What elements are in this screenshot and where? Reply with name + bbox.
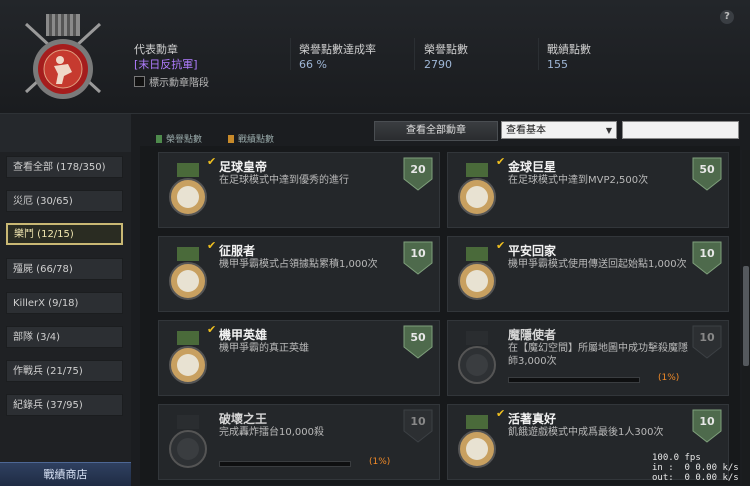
net-in-text: in : 0 0.00 k/s [652, 463, 739, 473]
medal-card[interactable]: ✔ 機甲英雄 機甲爭霸的真正英雄 50 [158, 320, 440, 396]
medal-description: 完成轟炸擂台10,000殺 [219, 427, 324, 438]
header-divider [414, 38, 415, 70]
points-shield-icon [692, 325, 722, 359]
medal-description: 飢餓遊戲模式中成爲最後1人300次 [508, 427, 664, 438]
profile-header [0, 0, 750, 114]
medal-title: 金球巨星 [508, 160, 557, 174]
honor-value: 2790 [424, 58, 452, 71]
medal-description: 在【魔幻空間】所屬地圖中成功擊殺魔隱師3,000次 [508, 343, 688, 367]
medal-description: 機甲爭霸的真正英雄 [219, 343, 309, 354]
points-shield-icon [692, 157, 722, 191]
achieved-check-icon: ✔ [496, 407, 506, 420]
sidebar-item-all[interactable]: 查看全部 (178/350) [6, 156, 123, 178]
chevron-down-icon: ▼ [605, 126, 612, 135]
show-stage-label: 標示勳章階段 [149, 78, 209, 89]
medal-title: 活著真好 [508, 412, 557, 426]
medal-card[interactable]: 魔隱使者 在【魔幻空間】所屬地圖中成功擊殺魔隱師3,000次 10 (1%) [447, 320, 729, 396]
achieved-check-icon: ✔ [207, 239, 217, 252]
rate-value: 66 % [299, 58, 327, 71]
medal-title: 破壞之王 [219, 412, 268, 426]
medal-card[interactable]: ✔ 征服者 機甲爭霸模式占領據點累積1,000次 10 [158, 236, 440, 312]
view-filter-value: 查看基本 [506, 125, 546, 136]
medal-description: 機甲爭霸模式使用傳送回起始點1,000次 [508, 259, 687, 270]
sidebar-item-record[interactable]: 紀錄兵 (37/95) [6, 394, 123, 416]
network-stats: 100.0 fps in : 0 0.00 k/s out: 0 0.00 k/… [652, 453, 739, 483]
sidebar-item-killerx[interactable]: KillerX (9/18) [6, 292, 123, 314]
medal-title: 平安回家 [508, 244, 557, 258]
progress-percent: (1%) [658, 373, 680, 383]
medal-icon [458, 415, 496, 468]
medal-title: 征服者 [219, 244, 256, 258]
points-shield-icon [403, 241, 433, 275]
sidebar-item-unit[interactable]: 部隊 (3/4) [6, 326, 123, 348]
medal-icon [458, 331, 496, 384]
medal-icon [169, 163, 207, 216]
rep-badge-name: [末日反抗軍] [134, 58, 198, 71]
record-value: 155 [547, 58, 568, 71]
medal-title: 機甲英雄 [219, 328, 268, 342]
view-all-medals-button[interactable]: 查看全部勳章 [374, 121, 498, 141]
progress-percent: (1%) [369, 457, 391, 467]
legend-honor-label: 榮譽點數 [166, 135, 203, 145]
record-label: 戰績點數 [547, 43, 591, 56]
sidebar-item-disaster[interactable]: 災厄 (30/65) [6, 190, 123, 212]
medal-card[interactable]: 破壞之王 完成轟炸擂台10,000殺 10 (1%) [158, 404, 440, 480]
achieved-check-icon: ✔ [207, 155, 217, 168]
legend-record: 戰績點數 [228, 132, 274, 145]
medal-description: 在足球模式中達到MVP2,500次 [508, 175, 649, 186]
fps-text: 100.0 fps [652, 453, 701, 463]
medal-icon [169, 415, 207, 468]
legend-record-label: 戰績點數 [238, 135, 275, 145]
achieved-check-icon: ✔ [496, 239, 506, 252]
header-divider [538, 38, 539, 70]
show-stage-checkbox[interactable] [134, 76, 145, 87]
points-shield-icon [403, 409, 433, 443]
scrollbar-thumb[interactable] [743, 266, 749, 366]
medal-card[interactable]: ✔ 平安回家 機甲爭霸模式使用傳送回起始點1,000次 10 [447, 236, 729, 312]
rep-badge-label: 代表勳章 [134, 43, 178, 56]
sidebar-item-zombie[interactable]: 殭屍 (66/78) [6, 258, 123, 280]
sidebar-item-combat[interactable]: 作戰兵 (21/75) [6, 360, 123, 382]
medal-icon [169, 331, 207, 384]
medal-description: 在足球模式中達到優秀的進行 [219, 175, 349, 186]
record-shop-button[interactable]: 戰績商店 [0, 462, 131, 486]
medal-icon [458, 247, 496, 300]
sidebar-item-fun[interactable]: 樂鬥 (12/15) [6, 223, 123, 245]
net-out-text: out: 0 0.00 k/s [652, 473, 739, 483]
medal-title: 魔隱使者 [508, 328, 557, 342]
search-input[interactable] [622, 121, 739, 139]
medal-card[interactable]: ✔ 金球巨星 在足球模式中達到MVP2,500次 50 [447, 152, 729, 228]
record-shield-icon [228, 135, 234, 143]
points-shield-icon [403, 325, 433, 359]
legend-honor: 榮譽點數 [156, 132, 202, 145]
achieved-check-icon: ✔ [496, 155, 506, 168]
header-divider [290, 38, 291, 70]
points-shield-icon [692, 409, 722, 443]
progress-bar [219, 461, 351, 467]
medal-card[interactable]: ✔ 足球皇帝 在足球模式中達到優秀的進行 20 [158, 152, 440, 228]
honor-label: 榮譽點數 [424, 43, 468, 56]
achieved-check-icon: ✔ [207, 323, 217, 336]
help-button[interactable]: ? [720, 10, 734, 24]
representative-medal-icon[interactable] [18, 12, 108, 104]
sidebar-header [0, 114, 131, 152]
medal-description: 機甲爭霸模式占領據點累積1,000次 [219, 259, 378, 270]
honor-shield-icon [156, 135, 162, 143]
points-shield-icon [403, 157, 433, 191]
medal-icon [458, 163, 496, 216]
medal-icon [169, 247, 207, 300]
rate-label: 榮譽點數達成率 [299, 43, 376, 56]
view-filter-select[interactable]: 查看基本 ▼ [501, 121, 617, 139]
progress-bar [508, 377, 640, 383]
points-shield-icon [692, 241, 722, 275]
medal-title: 足球皇帝 [219, 160, 268, 174]
